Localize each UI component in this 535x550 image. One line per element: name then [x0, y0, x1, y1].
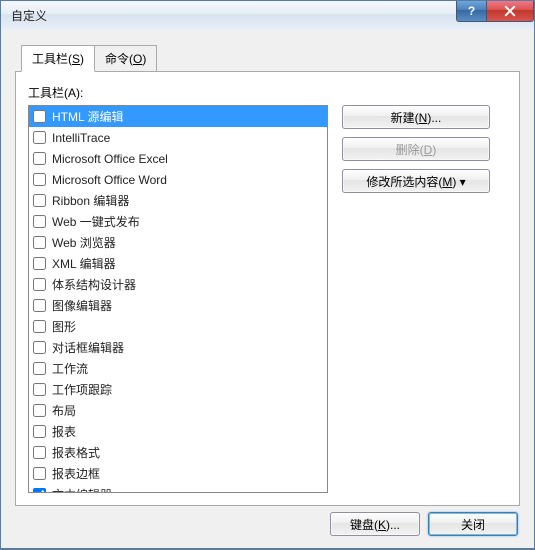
list-item-label: 报表边框: [52, 465, 100, 482]
window-close-button[interactable]: [486, 1, 534, 22]
list-label-text: 工具栏: [28, 86, 64, 100]
list-item[interactable]: 文本编辑器: [29, 484, 327, 493]
list-item[interactable]: Ribbon 编辑器: [29, 190, 327, 211]
list-item-label: 工作项跟踪: [52, 381, 112, 398]
toolbar-listbox[interactable]: HTML 源编辑 IntelliTrace Microsoft Office Exc…: [28, 105, 328, 493]
list-item-label: 布局: [52, 402, 76, 419]
list-item-checkbox[interactable]: [33, 341, 46, 354]
side-button-group: 新建(N)... 删除(D) 修改所选内容(M) ▾: [342, 105, 490, 493]
list-item[interactable]: Microsoft Office Excel: [29, 148, 327, 169]
list-item-label: 工作流: [52, 360, 88, 377]
list-item-checkbox[interactable]: [33, 425, 46, 438]
list-item-checkbox[interactable]: [33, 194, 46, 207]
list-item[interactable]: XML 编辑器: [29, 253, 327, 274]
list-item[interactable]: Microsoft Office Word: [29, 169, 327, 190]
list-item[interactable]: Web 一键式发布: [29, 211, 327, 232]
list-item-label: 图像编辑器: [52, 297, 112, 314]
dialog-footer: 键盘(K)... 关闭: [330, 512, 518, 536]
list-item-label: Ribbon 编辑器: [52, 192, 129, 209]
help-icon: ?: [468, 4, 475, 18]
list-item[interactable]: 报表: [29, 421, 327, 442]
list-item-label: 体系结构设计器: [52, 276, 136, 293]
list-item[interactable]: 报表格式: [29, 442, 327, 463]
list-item-checkbox[interactable]: [33, 173, 46, 186]
list-item[interactable]: 布局: [29, 400, 327, 421]
list-item[interactable]: 工作项跟踪: [29, 379, 327, 400]
list-item-label: Web 一键式发布: [52, 213, 140, 230]
list-item[interactable]: 报表边框: [29, 463, 327, 484]
list-item-checkbox[interactable]: [33, 278, 46, 291]
tab-panel-toolbars: 工具栏(A): HTML 源编辑 IntelliTrace Microsoft Of…: [15, 71, 520, 506]
window-controls: ?: [456, 1, 534, 23]
list-item-checkbox[interactable]: [33, 215, 46, 228]
list-item-label: Web 浏览器: [52, 234, 116, 251]
new-button[interactable]: 新建(N)...: [342, 105, 490, 129]
modify-selection-button[interactable]: 修改所选内容(M) ▾: [342, 169, 490, 193]
dialog-title: 自定义: [11, 7, 47, 24]
help-button[interactable]: ?: [456, 1, 486, 22]
list-item[interactable]: 图形: [29, 316, 327, 337]
list-item[interactable]: 工作流: [29, 358, 327, 379]
delete-button[interactable]: 删除(D): [342, 137, 490, 161]
list-item[interactable]: Web 浏览器: [29, 232, 327, 253]
list-item-checkbox[interactable]: [33, 467, 46, 480]
list-item-label: Microsoft Office Excel: [52, 152, 168, 166]
list-item[interactable]: 对话框编辑器: [29, 337, 327, 358]
list-item-checkbox[interactable]: [33, 152, 46, 165]
list-item-checkbox[interactable]: [33, 362, 46, 375]
dialog-client: 工具栏(S) 命令(O) 工具栏(A): HTML 源编辑 IntelliTrac…: [0, 30, 535, 549]
list-item[interactable]: 体系结构设计器: [29, 274, 327, 295]
list-item-label: 对话框编辑器: [52, 339, 124, 356]
list-item-label: 文本编辑器: [52, 486, 112, 493]
list-item-checkbox[interactable]: [33, 488, 46, 493]
list-item-checkbox[interactable]: [33, 257, 46, 270]
list-item-checkbox[interactable]: [33, 383, 46, 396]
tab-strip: 工具栏(S) 命令(O): [21, 44, 520, 71]
list-item-label: 报表: [52, 423, 76, 440]
list-label-accesskey: A: [68, 86, 76, 100]
tab-commands[interactable]: 命令(O): [94, 45, 157, 72]
list-item-checkbox[interactable]: [33, 131, 46, 144]
list-item-label: XML 编辑器: [52, 255, 116, 272]
list-item-checkbox[interactable]: [33, 320, 46, 333]
list-item-checkbox[interactable]: [33, 446, 46, 459]
list-item-checkbox[interactable]: [33, 110, 46, 123]
list-item[interactable]: 图像编辑器: [29, 295, 327, 316]
list-label: 工具栏(A):: [28, 84, 507, 101]
titlebar: 自定义 ?: [0, 0, 535, 30]
list-item[interactable]: HTML 源编辑: [29, 106, 327, 127]
dialog-window: 自定义 ? 工具栏(S) 命令(O) 工具栏(A): HTML 源编辑 Intel…: [0, 0, 535, 550]
list-item[interactable]: IntelliTrace: [29, 127, 327, 148]
list-item-label: 报表格式: [52, 444, 100, 461]
list-item-checkbox[interactable]: [33, 299, 46, 312]
list-item-label: IntelliTrace: [52, 131, 110, 145]
list-item-label: HTML 源编辑: [52, 108, 124, 125]
list-item-checkbox[interactable]: [33, 404, 46, 417]
tab-toolbars[interactable]: 工具栏(S): [21, 45, 95, 72]
list-item-label: Microsoft Office Word: [52, 173, 167, 187]
list-item-checkbox[interactable]: [33, 236, 46, 249]
list-item-label: 图形: [52, 318, 76, 335]
close-button[interactable]: 关闭: [428, 512, 518, 536]
keyboard-button[interactable]: 键盘(K)...: [330, 512, 420, 536]
close-icon: [504, 5, 516, 17]
